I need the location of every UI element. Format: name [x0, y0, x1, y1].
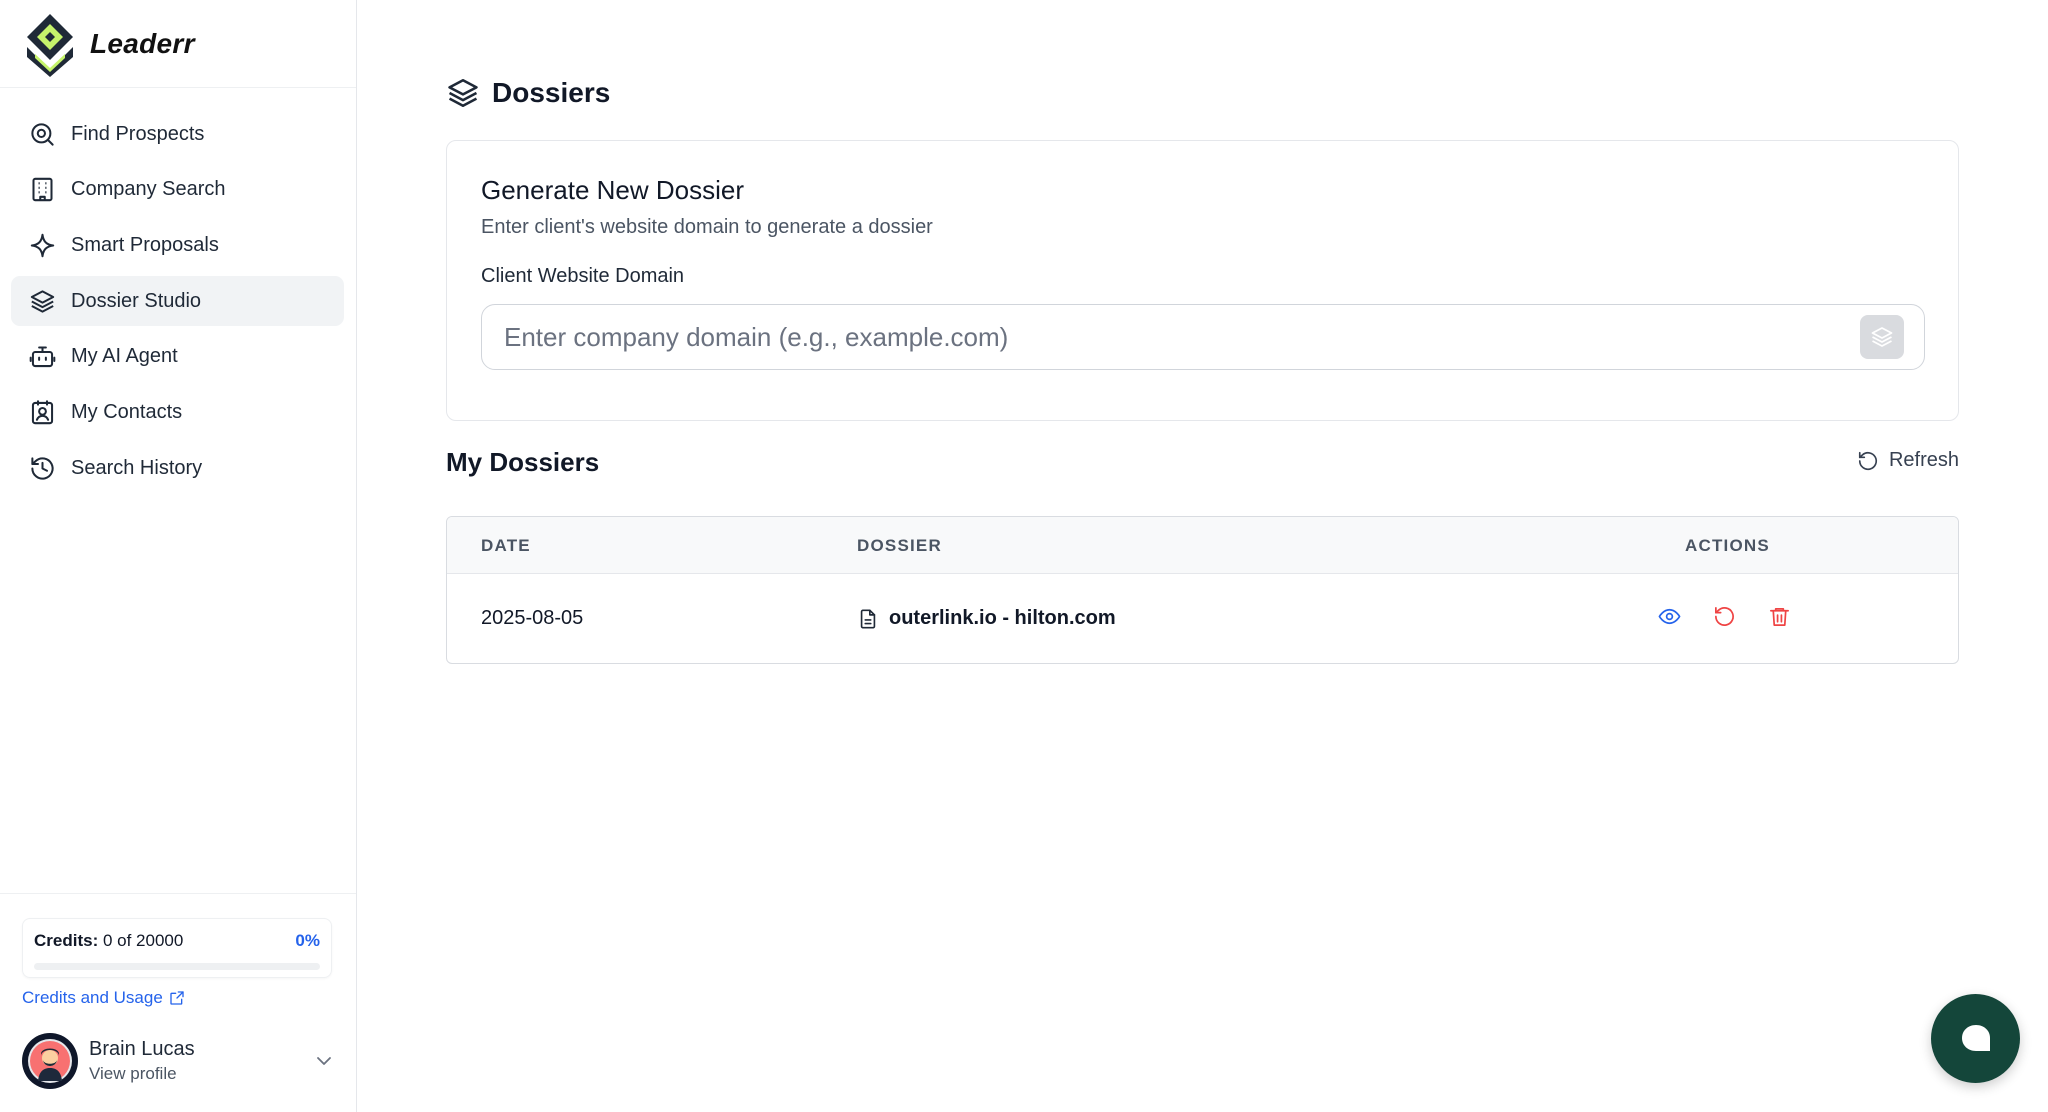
- sidebar-nav: Find Prospects Company Search Smart Prop…: [11, 109, 344, 499]
- generate-dossier-button[interactable]: [1860, 315, 1904, 359]
- profile-subtitle: View profile: [89, 1064, 195, 1084]
- refresh-icon: [1857, 450, 1879, 472]
- domain-input[interactable]: [482, 305, 1924, 369]
- page-title-text: Dossiers: [492, 77, 610, 109]
- leaderr-logo-icon: [22, 11, 78, 77]
- column-header-date: DATE: [481, 536, 531, 556]
- chevron-down-icon[interactable]: [312, 1049, 336, 1073]
- external-link-icon: [169, 990, 185, 1006]
- sidebar-item-label: My Contacts: [71, 401, 182, 424]
- regenerate-dossier-button[interactable]: [1712, 604, 1737, 629]
- credits-percent: 0%: [295, 931, 320, 951]
- generate-subtitle: Enter client's website domain to generat…: [481, 216, 1924, 239]
- sidebar-item-my-contacts[interactable]: My Contacts: [11, 387, 344, 437]
- sidebar-item-company-search[interactable]: Company Search: [11, 165, 344, 215]
- sidebar-item-search-history[interactable]: Search History: [11, 443, 344, 493]
- sidebar-item-label: Search History: [71, 457, 202, 480]
- sidebar-item-label: My AI Agent: [71, 345, 178, 368]
- contact-icon: [28, 398, 56, 426]
- building-icon: [28, 176, 56, 204]
- sidebar-item-label: Find Prospects: [71, 123, 204, 146]
- sidebar: Leaderr Find Prospects Company Search Sm…: [0, 0, 357, 1112]
- view-dossier-button[interactable]: [1657, 604, 1682, 629]
- domain-field-label: Client Website Domain: [481, 265, 1924, 288]
- sidebar-item-my-ai-agent[interactable]: My AI Agent: [11, 332, 344, 382]
- sidebar-item-smart-proposals[interactable]: Smart Proposals: [11, 220, 344, 270]
- layers-icon: [1870, 325, 1894, 349]
- sparkle-icon: [28, 231, 56, 259]
- avatar: [22, 1033, 78, 1089]
- eye-icon: [1658, 605, 1681, 628]
- dossiers-table: DATE DOSSIER ACTIONS 2025-08-05 outerlin…: [446, 516, 1959, 664]
- sidebar-item-label: Dossier Studio: [71, 290, 201, 313]
- profile-name: Brain Lucas: [89, 1038, 195, 1061]
- sidebar-item-label: Company Search: [71, 178, 226, 201]
- credits-label: Credits:: [34, 931, 98, 950]
- brand[interactable]: Leaderr: [22, 11, 195, 77]
- retry-icon: [1713, 605, 1736, 628]
- chat-launcher-button[interactable]: [1931, 994, 2020, 1083]
- sidebar-item-find-prospects[interactable]: Find Prospects: [11, 109, 344, 159]
- dossier-name: outerlink.io - hilton.com: [889, 607, 1116, 630]
- bot-icon: [28, 343, 56, 371]
- document-icon: [857, 608, 879, 630]
- dossier-link[interactable]: outerlink.io - hilton.com: [857, 607, 1116, 630]
- column-header-dossier: DOSSIER: [857, 536, 942, 556]
- sidebar-item-label: Smart Proposals: [71, 234, 219, 257]
- search-icon: [28, 120, 56, 148]
- my-dossiers-title: My Dossiers: [446, 447, 599, 478]
- credits-link-label: Credits and Usage: [22, 988, 163, 1008]
- page-title: Dossiers: [446, 76, 610, 110]
- row-actions: [1657, 604, 1792, 629]
- refresh-label: Refresh: [1889, 449, 1959, 472]
- delete-dossier-button[interactable]: [1767, 604, 1792, 629]
- column-header-actions: ACTIONS: [1685, 536, 1770, 556]
- credits-value: 0 of 20000: [103, 931, 183, 950]
- generate-title: Generate New Dossier: [481, 175, 1924, 206]
- trash-icon: [1768, 605, 1791, 628]
- profile-menu[interactable]: Brain Lucas View profile: [22, 1033, 336, 1089]
- credits-text: Credits: 0 of 20000: [34, 931, 183, 951]
- divider: [0, 893, 356, 894]
- divider: [0, 87, 356, 88]
- refresh-button[interactable]: Refresh: [1857, 449, 1959, 472]
- dossier-date: 2025-08-05: [481, 607, 583, 630]
- credits-card: Credits: 0 of 20000 0%: [22, 918, 332, 978]
- brand-name: Leaderr: [90, 28, 195, 60]
- layers-icon: [446, 76, 480, 110]
- table-row: 2025-08-05 outerlink.io - hilton.com: [447, 574, 1958, 664]
- table-header: DATE DOSSIER ACTIONS: [447, 517, 1958, 574]
- credits-progress-bar: [34, 963, 320, 970]
- chat-bubble-icon: [1958, 1021, 1994, 1057]
- layers-icon: [28, 287, 56, 315]
- history-icon: [28, 454, 56, 482]
- credits-and-usage-link[interactable]: Credits and Usage: [22, 988, 185, 1008]
- sidebar-item-dossier-studio[interactable]: Dossier Studio: [11, 276, 344, 326]
- generate-dossier-card: Generate New Dossier Enter client's webs…: [446, 140, 1959, 421]
- domain-input-wrapper: [481, 304, 1925, 370]
